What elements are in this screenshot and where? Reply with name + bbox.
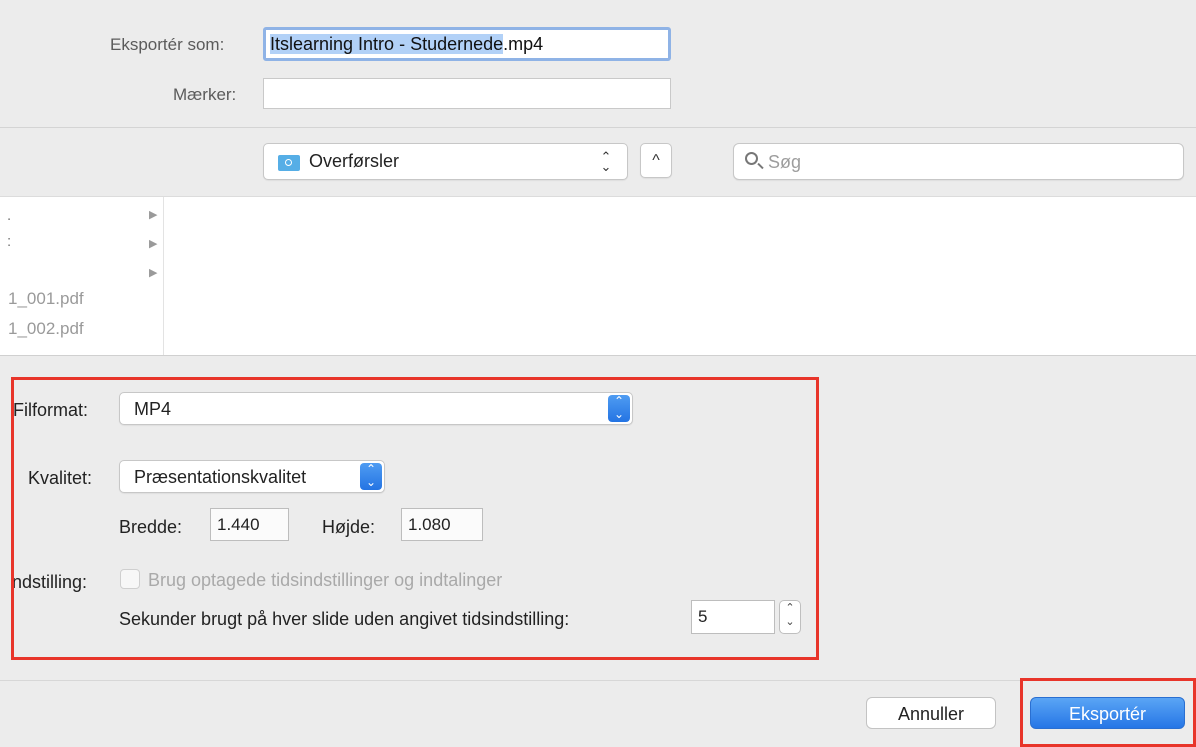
search-icon: [745, 152, 758, 165]
expand-arrow-icon: ▶: [149, 209, 158, 221]
list-item[interactable]: :: [7, 233, 11, 250]
list-item[interactable]: .: [7, 207, 11, 224]
location-popup[interactable]: Overførsler ⌃ ⌄: [263, 143, 628, 180]
parent-folder-button[interactable]: ^: [640, 143, 672, 178]
expand-arrow-icon: ▶: [149, 238, 158, 250]
file-item[interactable]: 1_001.pdf: [8, 289, 84, 309]
filename-extension: .mp4: [503, 34, 544, 54]
export-as-label: Eksportér som:: [110, 35, 225, 54]
file-browser[interactable]: . ▶ : ▶ ▶ 1_001.pdf 1_002.pdf: [0, 196, 1196, 356]
file-item[interactable]: 1_002.pdf: [8, 319, 84, 339]
options-highlight-box: [11, 377, 819, 660]
expand-arrow-icon: ▶: [149, 267, 158, 279]
folder-icon: [278, 155, 300, 171]
export-filename-input[interactable]: Itslearning Intro - Studernede.mp4: [263, 27, 671, 61]
search-placeholder: Søg: [768, 152, 802, 172]
tags-input[interactable]: [263, 78, 671, 109]
export-highlight-box: [1020, 678, 1196, 747]
location-folder-name: Overførsler: [309, 151, 399, 171]
cancel-button[interactable]: Annuller: [866, 697, 996, 729]
bottom-separator: [0, 680, 1196, 681]
search-field[interactable]: Søg: [733, 143, 1184, 180]
filename-selected-text: Itslearning Intro - Studernede: [270, 34, 504, 54]
tags-label: Mærker:: [173, 85, 237, 104]
column-separator: [163, 197, 164, 355]
updown-chevron-icon: ⌃ ⌄: [600, 149, 612, 174]
top-separator: [0, 127, 1196, 128]
